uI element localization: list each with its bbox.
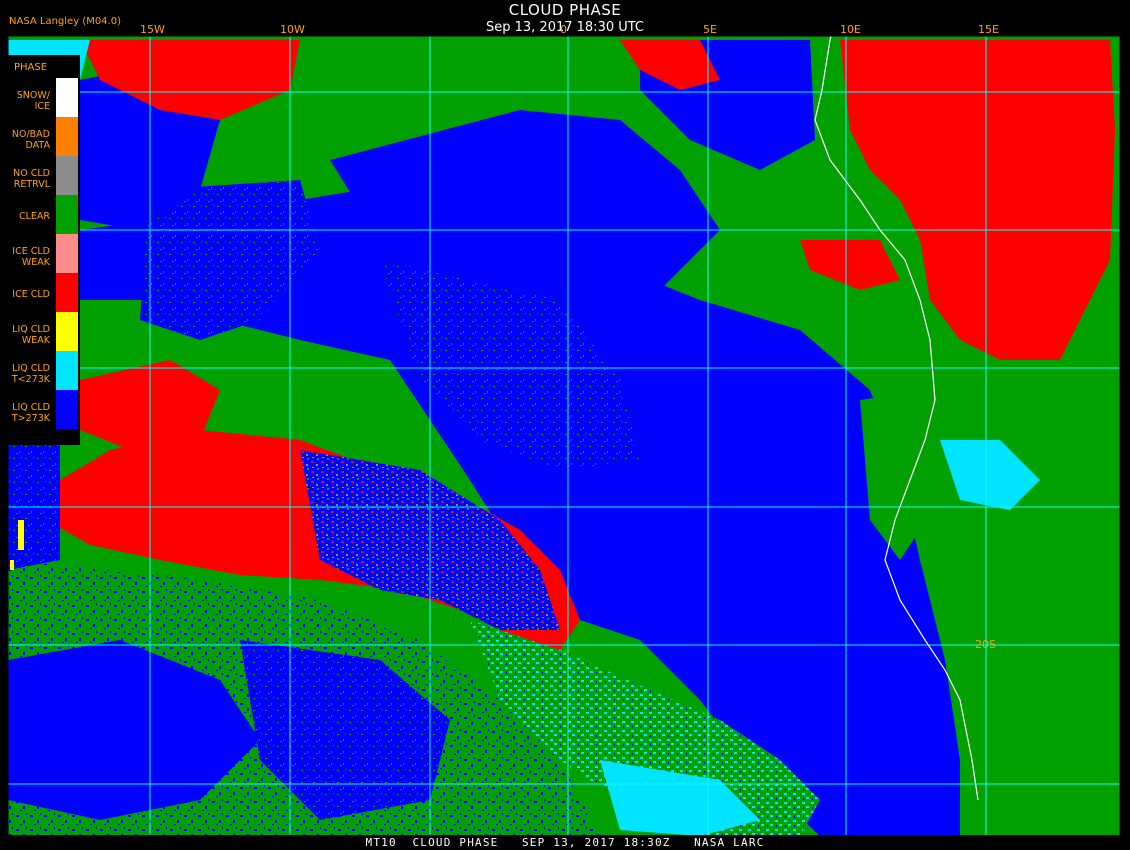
lat-label-20s: 20S — [975, 638, 996, 651]
legend-label-snow-ice: SNOW/ICE — [16, 90, 50, 112]
lon-label-0: 0 — [560, 23, 567, 36]
legend-swatch-no-cld-retrvl — [56, 156, 78, 195]
legend-title: PHASE — [14, 62, 48, 73]
lon-label-10e: 10E — [840, 23, 861, 36]
legend-swatch-liq-cld-cold — [56, 351, 78, 390]
legend-label-no-bad-data: NO/BAD DATA — [11, 129, 50, 151]
legend-swatch-ice-cld-weak — [56, 234, 78, 273]
source-label: NASA Langley (M04.0) — [9, 16, 121, 27]
legend-swatch-clear — [56, 195, 78, 234]
lon-label-15e: 15E — [978, 23, 999, 36]
lon-label-5e: 5E — [703, 23, 717, 36]
legend-label-clear: CLEAR — [18, 211, 50, 222]
legend-label-liq-cld-warm: LIQ CLD T>273K — [11, 402, 50, 424]
legend-label-ice-cld: ICE CLD — [12, 289, 50, 300]
legend-label-no-cld-retrvl: NO CLD RETRVL — [13, 168, 50, 190]
legend-label-liq-cld-weak: LIQ CLD WEAK — [12, 324, 50, 346]
legend-swatch-no-bad-data — [56, 117, 78, 156]
legend-label-liq-cld-cold: LIQ CLD T<273K — [11, 363, 50, 385]
legend-label-ice-cld-weak: ICE CLD WEAK — [12, 246, 50, 268]
legend-swatch-liq-cld-warm — [56, 390, 78, 429]
lon-label-10w: 10W — [280, 23, 305, 36]
lon-label-15w: 15W — [140, 23, 165, 36]
map-title: CLOUD PHASE — [508, 1, 622, 19]
footer-caption: MT10 CLOUD PHASE SEP 13, 2017 18:30Z NAS… — [365, 836, 765, 849]
cloud-phase-map — [7, 7, 1121, 837]
legend-swatch-ice-cld — [56, 273, 78, 312]
legend-swatch-snow-ice — [56, 78, 78, 117]
phase-legend: PHASE SNOW/ICE NO/BAD DATA NO CLD RETRVL C… — [6, 55, 80, 445]
legend-swatch-liq-cld-weak — [56, 312, 78, 351]
